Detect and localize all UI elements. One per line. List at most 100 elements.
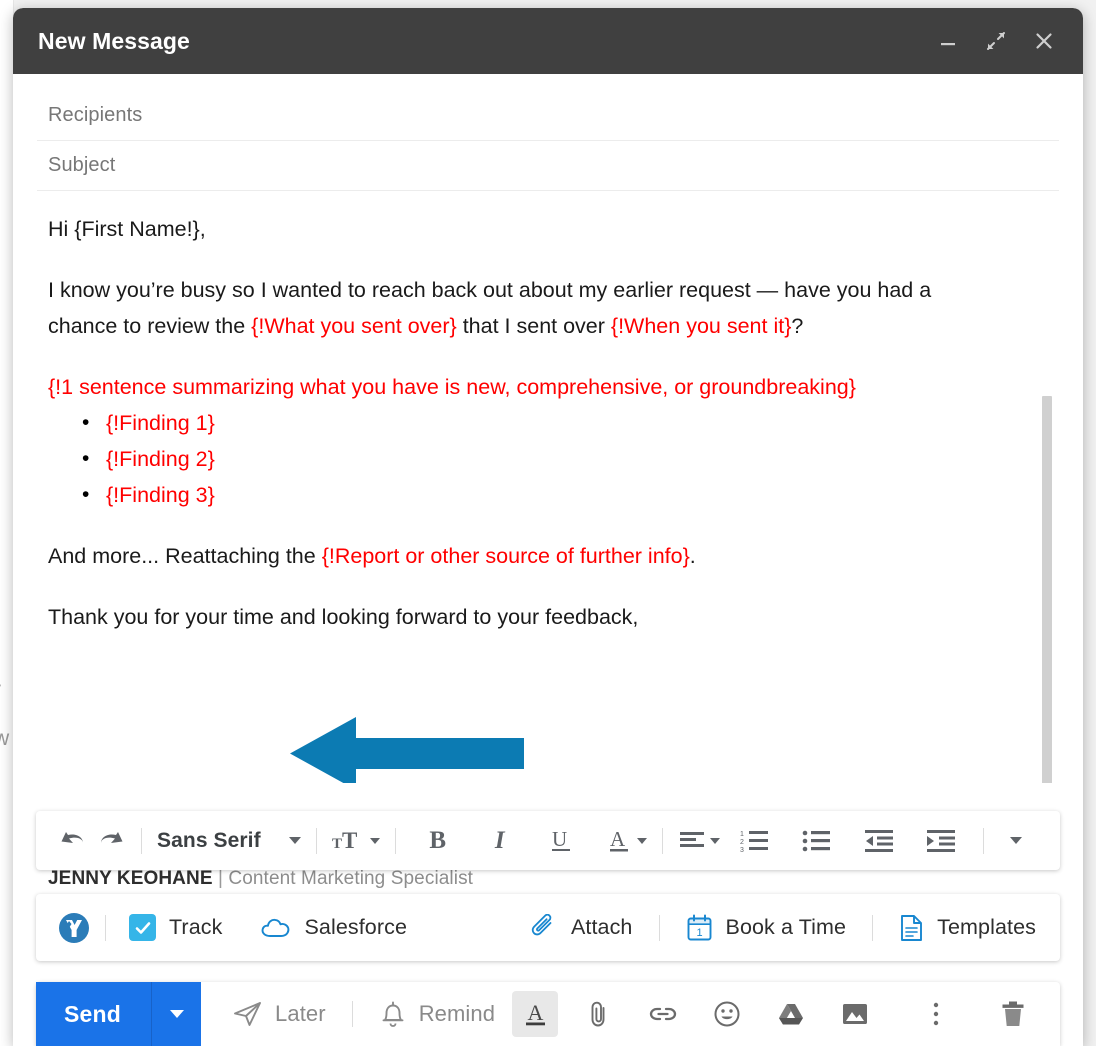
track-checkbox[interactable] <box>129 914 156 941</box>
plugin-toolbar: Track Salesforce Attach <box>36 894 1060 961</box>
insert-photo-button[interactable] <box>832 991 878 1037</box>
yesware-logo-icon <box>58 912 90 944</box>
calendar-day-number: 1 <box>696 927 702 939</box>
salesforce-cloud-icon <box>260 916 291 940</box>
svg-text:2: 2 <box>740 839 744 846</box>
list-item: {!Finding 3} <box>106 477 979 513</box>
formatting-options-button[interactable]: A <box>512 991 558 1037</box>
chevron-down-icon <box>289 837 301 844</box>
insert-emoji-icon <box>713 1000 741 1028</box>
send-later-button[interactable]: Later <box>225 993 334 1035</box>
insert-emoji-button[interactable] <box>704 991 750 1037</box>
templates-button[interactable]: Templates <box>893 906 1042 950</box>
bold-button[interactable]: B <box>421 821 455 861</box>
underline-button[interactable]: U <box>545 821 579 861</box>
outdent-button[interactable] <box>860 821 898 861</box>
close-icon <box>1033 30 1055 52</box>
plugin-divider <box>872 915 873 941</box>
italic-button[interactable]: I <box>483 821 517 861</box>
remind-label: Remind <box>419 1001 495 1027</box>
remind-bell-icon <box>379 999 407 1029</box>
salesforce-button[interactable]: Salesforce <box>254 906 413 950</box>
send-toolbar: Send Later <box>36 982 1060 1046</box>
signature-separator: | <box>213 868 229 889</box>
toolbar-divider <box>395 828 396 854</box>
body-scrollbar-thumb[interactable] <box>1042 396 1052 783</box>
insert-link-button[interactable] <box>640 991 686 1037</box>
discard-draft-button[interactable] <box>990 991 1036 1037</box>
font-family-select[interactable]: Sans Serif <box>153 829 305 853</box>
attach-file-button[interactable] <box>576 991 622 1037</box>
attach-button[interactable]: Attach <box>525 906 639 950</box>
undo-button[interactable] <box>54 821 92 861</box>
minimize-icon <box>938 31 958 51</box>
subject-input[interactable]: Subject <box>48 154 115 177</box>
window-controls <box>933 26 1059 56</box>
numbered-list-button[interactable]: 1 2 3 <box>736 821 774 861</box>
signature-role: Content Marketing Specialist <box>228 868 473 889</box>
more-options-button[interactable] <box>913 991 959 1037</box>
salesforce-label: Salesforce <box>304 915 407 940</box>
body-p3-part-a: And more... Reattaching the <box>48 544 322 568</box>
message-body[interactable]: Hi {First Name!}, I know you’re busy so … <box>37 211 1059 635</box>
toolbar-divider <box>141 828 142 854</box>
indent-icon <box>926 829 956 853</box>
text-color-icon: A <box>607 827 633 855</box>
outdent-icon <box>864 829 894 853</box>
send-later-paper-plane-icon <box>233 1000 263 1028</box>
toolbar-divider <box>316 828 317 854</box>
body-p1-part-c: ? <box>791 314 803 338</box>
align-button[interactable] <box>674 821 724 861</box>
message-body-area[interactable]: Hi {First Name!}, I know you’re busy so … <box>13 191 1083 783</box>
compose-titlebar: New Message <box>13 8 1083 74</box>
google-drive-icon <box>777 1001 805 1027</box>
send-options-button[interactable] <box>151 982 201 1046</box>
track-label: Track <box>169 915 222 940</box>
background-page <box>0 0 14 1046</box>
indent-button[interactable] <box>922 821 960 861</box>
send-label: Send <box>64 1001 121 1028</box>
close-button[interactable] <box>1029 26 1059 56</box>
send-divider <box>352 1001 353 1027</box>
send-button[interactable]: Send <box>36 982 151 1046</box>
list-item: {!Finding 1} <box>106 405 979 441</box>
italic-label: I <box>495 827 505 855</box>
text-color-button[interactable]: A <box>603 821 651 861</box>
signature-name: JENNY KEOHANE <box>48 868 213 889</box>
subject-row[interactable]: Subject <box>37 141 1059 191</box>
align-left-icon <box>678 830 706 852</box>
body-p1-part-b: that I sent over <box>457 314 611 338</box>
annotation-left-arrow-icon <box>290 717 524 783</box>
attach-label: Attach <box>571 915 633 940</box>
body-paragraph-1: I know you’re busy so I wanted to reach … <box>48 272 979 344</box>
compose-action-icons: A <box>503 982 1071 1046</box>
underline-icon: U <box>549 827 575 855</box>
recipients-input[interactable]: Recipients <box>48 104 142 127</box>
svg-text:A: A <box>610 827 626 851</box>
yesware-logo-button[interactable] <box>54 908 94 948</box>
font-size-button[interactable]: T T <box>328 821 384 861</box>
svg-text:A: A <box>527 1000 543 1025</box>
expand-icon <box>985 30 1007 52</box>
screen: r w New Message <box>0 0 1096 1046</box>
remind-button[interactable]: Remind <box>371 993 503 1035</box>
track-toggle[interactable]: Track <box>123 906 228 950</box>
formatting-options-icon: A <box>522 1000 549 1028</box>
recipients-row[interactable]: Recipients <box>37 91 1059 141</box>
svg-text:T: T <box>342 828 357 853</box>
checkmark-icon <box>134 919 152 937</box>
bulleted-list-button[interactable] <box>798 821 836 861</box>
redo-button[interactable] <box>92 821 130 861</box>
body-scrollbar[interactable] <box>1042 388 1052 783</box>
minimize-button[interactable] <box>933 26 963 56</box>
attach-paperclip-icon <box>531 914 558 941</box>
send-later-label: Later <box>275 1001 326 1027</box>
book-a-time-button[interactable]: 1 Book a Time <box>680 906 853 950</box>
merge-field-what-you-sent-over: {!What you sent over} <box>251 314 457 338</box>
background-text-line-1: r <box>0 678 1 702</box>
google-drive-button[interactable] <box>768 991 814 1037</box>
trash-icon <box>1000 1000 1026 1028</box>
chevron-down-icon <box>370 838 380 844</box>
expand-button[interactable] <box>981 26 1011 56</box>
more-formatting-button[interactable] <box>999 821 1033 861</box>
